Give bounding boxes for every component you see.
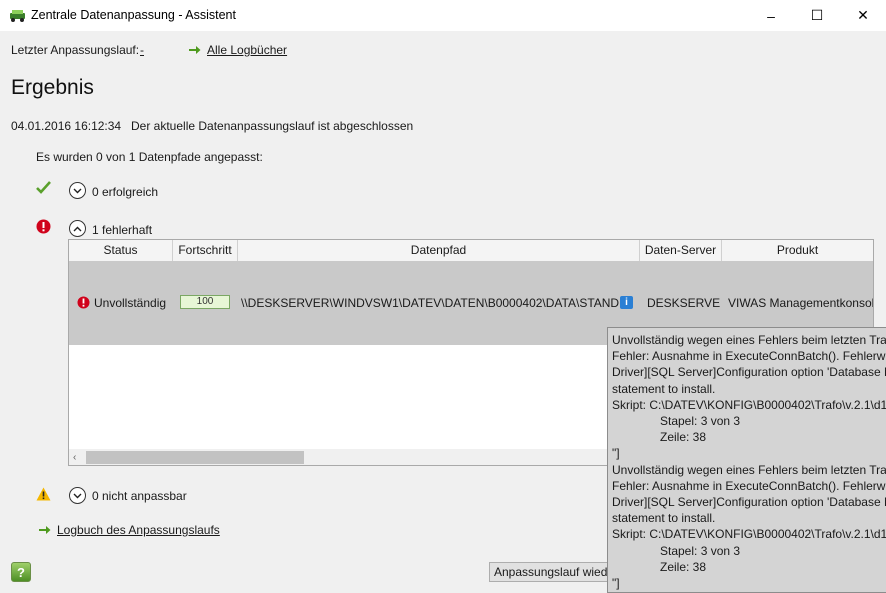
error-icon	[77, 296, 90, 309]
not-adaptable-group-label: 0 nicht anpassbar	[92, 489, 187, 503]
help-button[interactable]: ?	[11, 562, 31, 582]
column-header-server[interactable]: Daten-Server	[640, 240, 722, 261]
app-icon	[10, 10, 25, 22]
column-header-path[interactable]: Datenpfad	[238, 240, 640, 261]
success-expander[interactable]	[69, 182, 86, 199]
table-header: Status Fortschritt Datenpfad Daten-Serve…	[69, 240, 873, 262]
success-group-label: 0 erfolgreich	[92, 185, 159, 199]
tooltip-line: Unvollständig wegen eines Fehlers beim l…	[612, 333, 886, 347]
error-tooltip: Unvollständig wegen eines Fehlers beim l…	[607, 327, 886, 593]
arrow-right-icon	[39, 526, 51, 534]
tooltip-line: statement to install.	[612, 381, 716, 396]
chevron-down-icon	[73, 493, 82, 498]
info-icon[interactable]: i	[620, 296, 633, 309]
window-title: Zentrale Datenanpassung - Assistent	[31, 8, 236, 22]
scroll-left-icon[interactable]: ‹	[73, 452, 76, 463]
tooltip-line: "]	[612, 576, 620, 591]
tooltip-line: Unvollständig wegen eines Fehlers beim l…	[612, 462, 886, 477]
all-logs-link[interactable]: Alle Logbücher	[207, 43, 287, 57]
scrollbar-thumb[interactable]	[86, 451, 304, 464]
arrow-right-icon	[189, 46, 201, 54]
run-status-text: Der aktuelle Datenanpassungslauf ist abg…	[131, 119, 414, 133]
run-log-link[interactable]: Logbuch des Anpassungslaufs	[57, 523, 220, 537]
tooltip-line: "]	[612, 446, 620, 461]
close-icon: ✕	[857, 7, 869, 23]
tooltip-line: Skript: C:\DATEV\KONFIG\B0000402\Trafo\v…	[612, 397, 886, 412]
tooltip-line: Zeile: 38	[660, 559, 707, 574]
error-icon	[36, 219, 51, 234]
failed-group-label: 1 fehlerhaft	[92, 223, 153, 237]
summary-text: Es wurden 0 von 1 Datenpfade angepasst:	[36, 150, 263, 164]
minimize-icon: –	[767, 7, 775, 24]
run-timestamp: 04.01.2016 16:12:34	[11, 119, 122, 133]
tooltip-line: statement to install.	[612, 511, 716, 526]
checkmark-icon	[36, 181, 51, 194]
not-adaptable-expander[interactable]	[69, 487, 86, 504]
column-header-progress[interactable]: Fortschritt	[173, 240, 238, 261]
tooltip-line: Skript: C:\DATEV\KONFIG\B0000402\Trafo\v…	[612, 527, 886, 542]
help-icon: ?	[17, 564, 25, 580]
tooltip-line: Stapel: 3 von 3	[660, 414, 741, 429]
row-status: Unvollständig	[94, 296, 167, 310]
progress-bar: 100	[180, 295, 230, 309]
tooltip-line: Driver][SQL Server]Configuration option …	[612, 495, 886, 510]
column-header-product[interactable]: Produkt	[722, 240, 873, 261]
minimize-button[interactable]: –	[748, 0, 794, 31]
close-button[interactable]: ✕	[840, 0, 886, 31]
title-bar: Zentrale Datenanpassung - Assistent – ☐ …	[0, 0, 886, 31]
last-run-label: Letzter Anpassungslauf:	[11, 43, 140, 57]
row-path: \\DESKSERVER\WINDVSW1\DATEV\DATEN\B00004…	[241, 296, 619, 310]
failed-expander[interactable]	[69, 220, 86, 237]
warning-icon	[36, 487, 51, 501]
maximize-icon: ☐	[810, 7, 824, 23]
tooltip-line: Fehler: Ausnahme in ExecuteConnBatch(). …	[612, 349, 886, 364]
page-title: Ergebnis	[11, 76, 94, 99]
chevron-up-icon	[73, 226, 82, 231]
last-run-value-link[interactable]: -	[140, 43, 144, 57]
restart-run-button[interactable]: Anpassungslauf wiederholen	[489, 562, 619, 582]
progress-value: 100	[196, 296, 214, 307]
tooltip-line: Fehler: Ausnahme in ExecuteConnBatch(). …	[612, 478, 886, 493]
column-header-status[interactable]: Status	[69, 240, 173, 261]
maximize-button[interactable]: ☐	[794, 0, 840, 31]
chevron-down-icon	[73, 188, 82, 193]
tooltip-line: Stapel: 3 von 3	[660, 543, 741, 558]
tooltip-line: Zeile: 38	[660, 430, 707, 445]
tooltip-line: Driver][SQL Server]Configuration option …	[612, 365, 886, 380]
